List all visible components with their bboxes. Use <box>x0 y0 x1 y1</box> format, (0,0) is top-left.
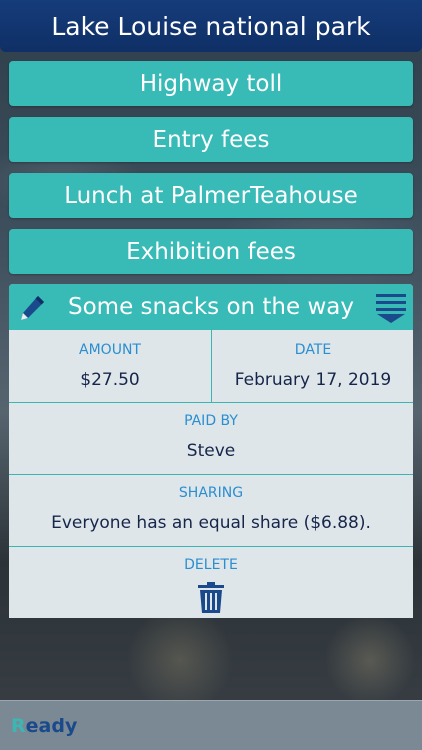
status-rest: eady <box>25 715 78 737</box>
paid-by-value: Steve <box>186 441 236 461</box>
menu-down-icon[interactable] <box>375 292 407 324</box>
expense-item-highway-toll[interactable]: Highway toll <box>9 61 413 106</box>
expense-item-exhibition-fees[interactable]: Exhibition fees <box>9 229 413 274</box>
expense-detail-header[interactable]: Some snacks on the way <box>9 284 413 330</box>
status-bar: Ready <box>0 700 422 750</box>
trip-title: Lake Louise national park <box>51 11 371 41</box>
status-text: Ready <box>11 715 77 737</box>
pencil-icon[interactable] <box>17 293 47 323</box>
expense-item-lunch[interactable]: Lunch at PalmerTeahouse <box>9 173 413 218</box>
amount-value: $27.50 <box>80 370 140 390</box>
expense-item-entry-fees[interactable]: Entry fees <box>9 117 413 162</box>
expense-item-label: Highway toll <box>139 70 283 97</box>
date-cell[interactable]: DATE February 17, 2019 <box>212 330 413 403</box>
sharing-cell[interactable]: SHARING Everyone has an equal share ($6.… <box>9 475 413 547</box>
sharing-value: Everyone has an equal share ($6.88). <box>51 513 371 533</box>
sharing-label: SHARING <box>178 485 244 501</box>
expense-detail-panel: Some snacks on the way AMOUNT $27.50 DAT… <box>9 284 413 618</box>
status-first-letter: R <box>11 715 26 737</box>
expense-item-label: Exhibition fees <box>126 238 296 265</box>
expense-item-label: Entry fees <box>152 126 270 153</box>
trash-icon[interactable] <box>196 582 226 614</box>
amount-date-row: AMOUNT $27.50 DATE February 17, 2019 <box>9 330 413 403</box>
amount-label: AMOUNT <box>79 342 141 358</box>
paid-by-label: PAID BY <box>184 413 238 429</box>
trip-header: Lake Louise national park <box>0 0 422 52</box>
expense-item-label: Lunch at PalmerTeahouse <box>64 182 358 209</box>
paid-by-cell[interactable]: PAID BY Steve <box>9 403 413 475</box>
expense-detail-title: Some snacks on the way <box>68 294 354 320</box>
date-label: DATE <box>294 342 332 358</box>
amount-cell[interactable]: AMOUNT $27.50 <box>9 330 211 403</box>
delete-label: DELETE <box>184 557 238 573</box>
date-value: February 17, 2019 <box>234 370 392 390</box>
